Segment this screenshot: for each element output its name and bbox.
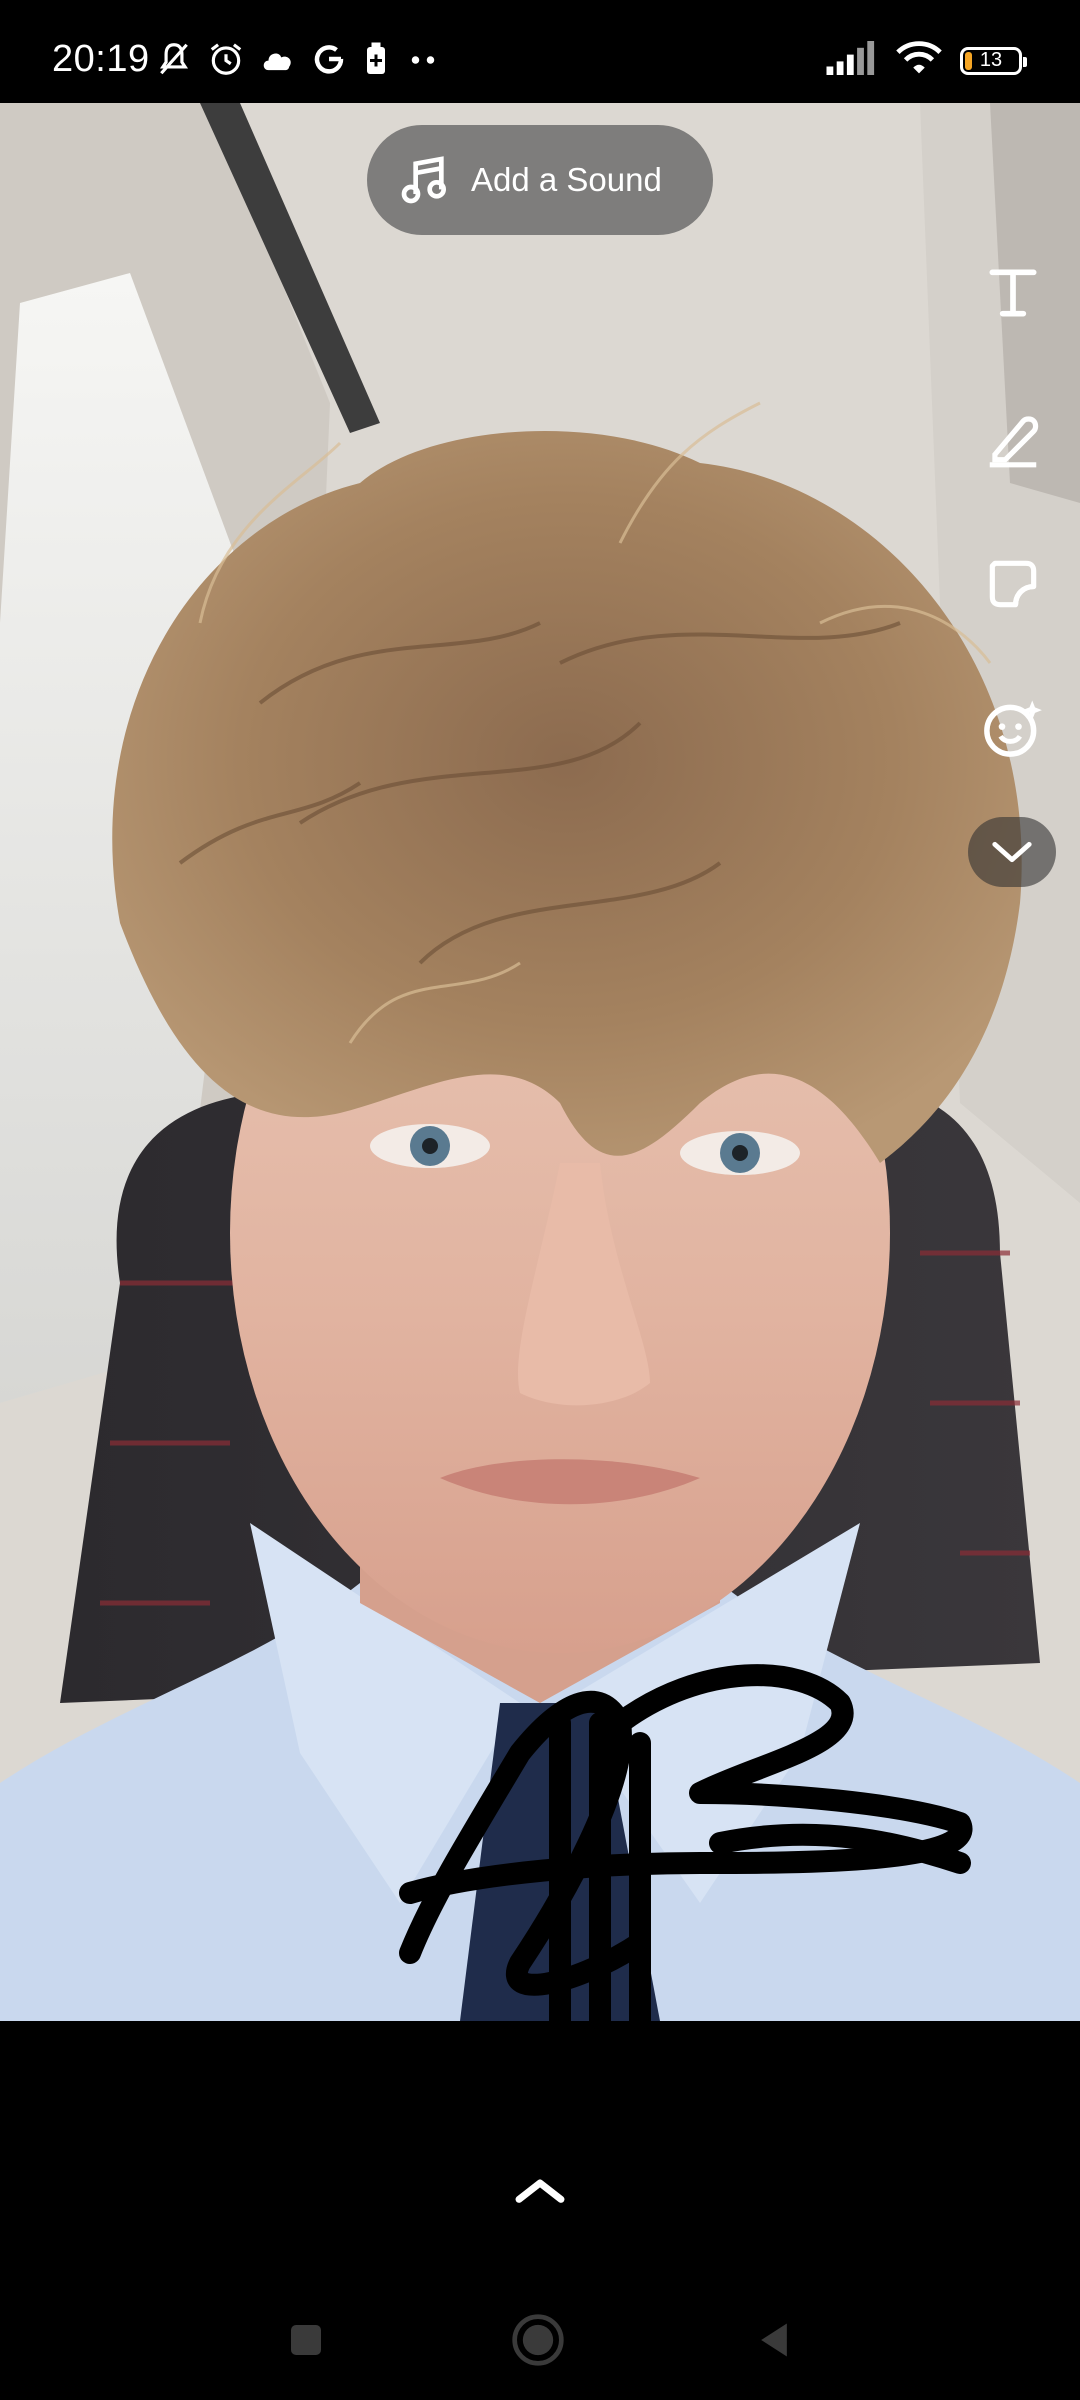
emoji-lens-button[interactable] [970,685,1056,771]
battery-icon: 13 [960,46,1027,75]
home-button[interactable] [506,2308,570,2372]
recents-icon [291,2325,321,2355]
add-sound-button[interactable]: Add a Sound [367,125,713,235]
more-tools-button[interactable] [968,817,1056,887]
sticker-tool-button[interactable] [970,541,1056,627]
text-tool-icon [989,269,1037,317]
mute-bell-icon [155,40,193,83]
more-dots-icon [405,53,441,71]
home-icon [512,2314,564,2366]
battery-level: 13 [979,49,1003,71]
sticker-tool-icon [989,560,1037,608]
alarm-icon [207,40,245,83]
music-note-icon [401,156,446,204]
back-icon [761,2323,787,2357]
battery-saver-icon [361,41,391,82]
snap-editor-screen: 20:19 13 Add a Sound [0,0,1080,2400]
expand-button[interactable] [510,2170,570,2210]
google-icon [311,41,347,82]
pen-tool-icon [989,416,1039,468]
recents-button[interactable] [274,2308,338,2372]
photo-preview[interactable] [0,103,1080,2021]
wifi-icon [896,40,942,81]
status-time: 20:19 [52,38,150,80]
status-icons-right: 13 [826,40,1027,81]
chevron-up-icon [515,2179,565,2203]
system-navigation-bar [0,2280,1080,2400]
back-button[interactable] [742,2308,806,2372]
signal-icon [826,41,878,80]
cloud-icon [259,44,297,79]
text-tool-button[interactable] [970,250,1056,336]
chevron-down-icon [992,841,1032,863]
selfie-illustration [0,103,1080,2021]
emoji-lens-icon [984,700,1042,757]
status-icons-left [155,40,441,83]
status-bar: 20:19 13 [0,0,1080,103]
pen-tool-button[interactable] [970,396,1056,482]
battery-fill [965,51,972,70]
add-sound-label: Add a Sound [471,161,662,198]
